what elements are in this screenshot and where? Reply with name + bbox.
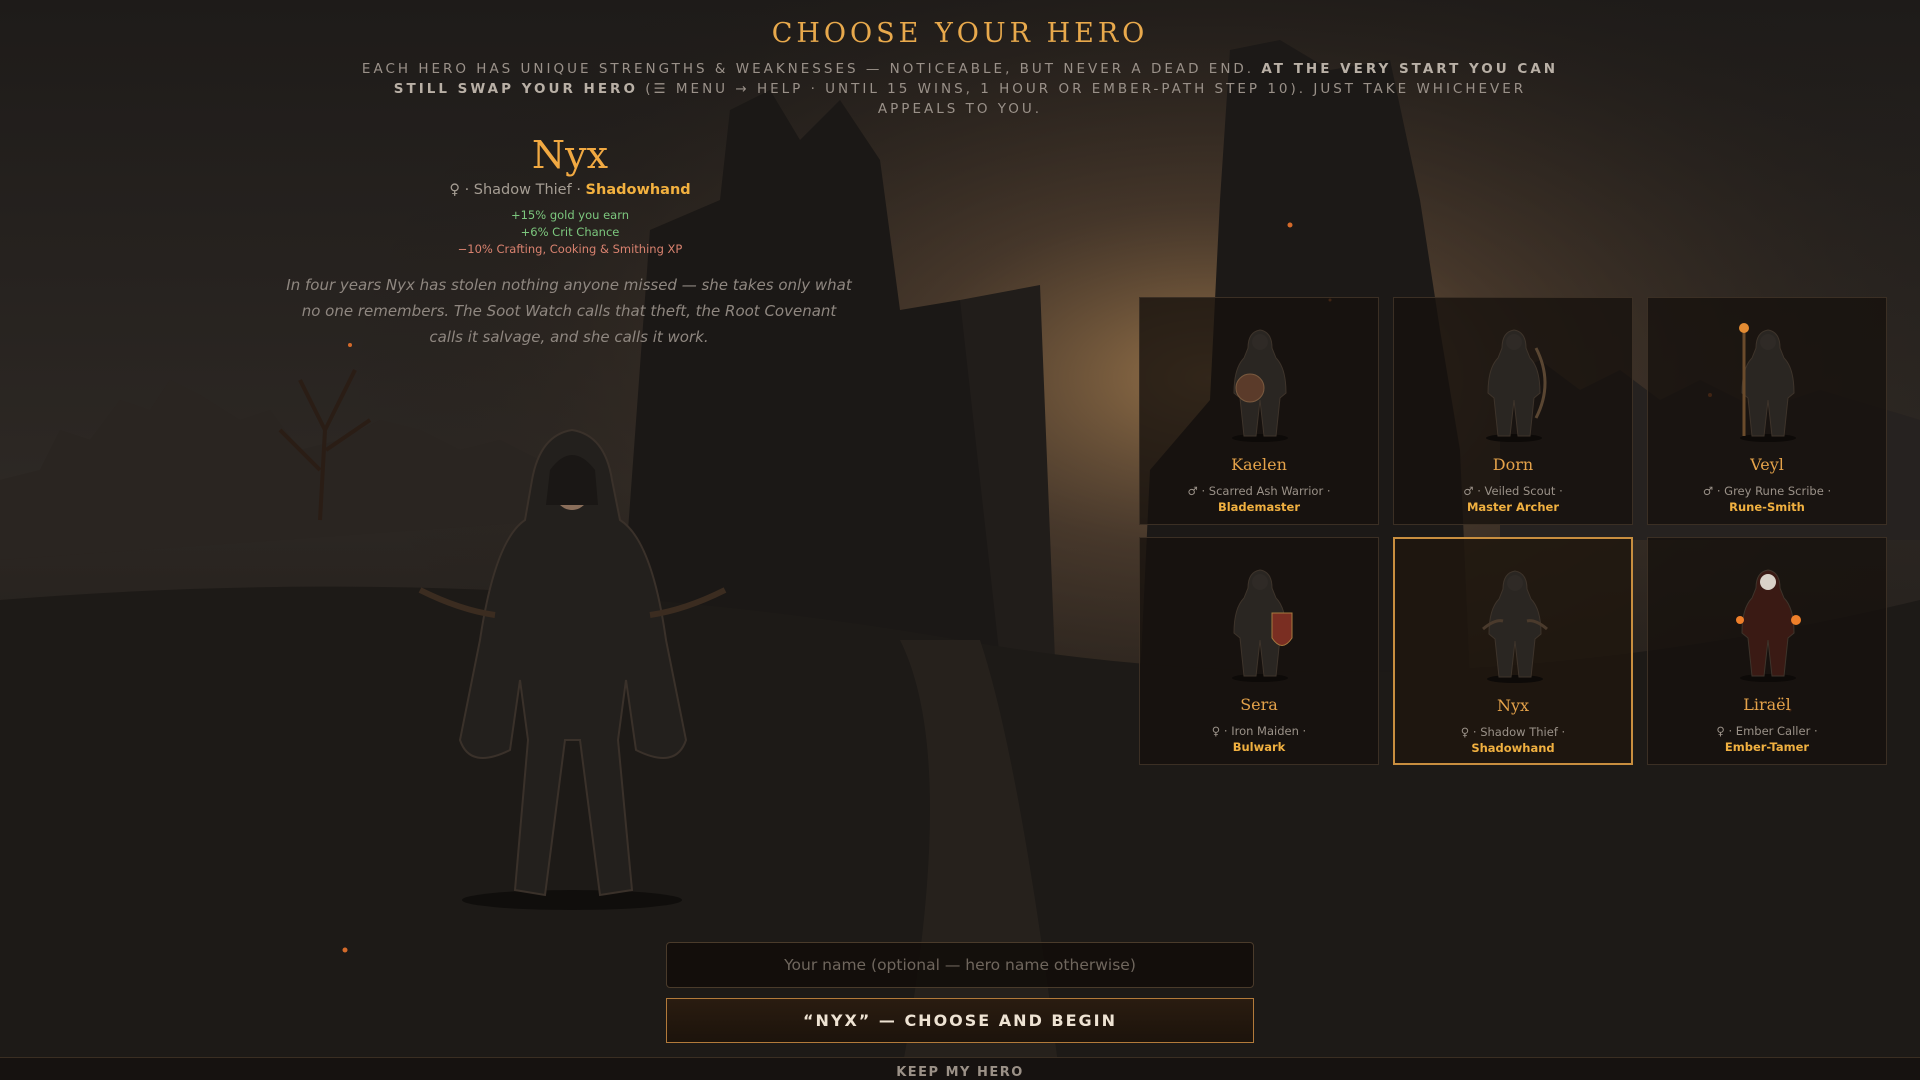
selected-hero-meta: ♀ · Shadow Thief · Shadowhand [240,182,900,198]
hero-card-name: Kaelen [1231,455,1287,474]
modifier-positive: +6% Crit Chance [520,225,620,239]
hero-card-meta: ♂ · Grey Rune Scribe · [1702,484,1832,498]
selected-hero-detail: Nyx ♀ · Shadow Thief · Shadowhand +15% g… [240,132,900,258]
hero-card-meta: ♀ · Ember Caller · [1716,724,1818,738]
hero-card-spec: Rune-Smith [1729,500,1805,514]
intro-tail: (☰ MENU → HELP · UNTIL 15 WINS, 1 HOUR O… [637,81,1527,117]
gender-symbol-icon: ♂ [1187,484,1198,498]
selected-hero-name: Nyx [531,133,609,177]
gender-symbol-icon: ♀ [1211,724,1221,738]
ember-caller-figure-icon [1736,569,1801,682]
hero-grid: Kaelen ♂ · Scarred Ash Warrior · Blademast… [1139,297,1889,767]
archer-figure-icon [1486,329,1547,442]
thief-figure-icon [1482,570,1548,683]
hero-portrait [418,428,727,910]
female-symbol-icon: ♀ [449,182,460,198]
hero-card-class: Scarred Ash Warrior [1208,484,1324,498]
choose-and-begin-button[interactable]: “NYX” — CHOOSE AND BEGIN [666,998,1254,1043]
modifier-negative: −10% Crafting, Cooking & Smithing XP [457,242,683,256]
gender-symbol-icon: ♂ [1463,484,1474,498]
hero-card-name: Sera [1240,695,1278,714]
hero-card-dorn[interactable]: Dorn ♂ · Veiled Scout · Master Archer [1393,297,1633,525]
gender-symbol-icon: ♀ [1716,724,1725,738]
mage-figure-icon [1739,323,1796,442]
hero-card-sera[interactable]: Sera ♀ · Iron Maiden · Bulwark [1139,537,1379,765]
gender-symbol-icon: ♀ [1460,725,1470,739]
meta-sep: · [464,182,474,198]
hero-card-class: Iron Maiden [1231,724,1299,738]
warrior-figure-icon [1232,329,1288,442]
hero-card-spec: Bulwark [1232,740,1286,754]
hero-card-class: Shadow Thief [1480,725,1558,739]
keep-my-hero-link[interactable]: KEEP MY HERO [0,1065,1920,1080]
modifier-positive: +15% gold you earn [510,208,630,222]
hero-card-class: Veiled Scout [1484,484,1556,498]
hero-card-meta: ♂ · Scarred Ash Warrior · [1187,484,1331,498]
hero-card-liral[interactable]: Liraël ♀ · Ember Caller · Ember-Tamer [1647,537,1887,765]
hero-card-spec: Ember-Tamer [1724,740,1810,754]
hero-card-spec: Blademaster [1217,500,1301,514]
hero-card-spec: Master Archer [1466,500,1560,514]
hero-card-spec: Shadowhand [1471,741,1555,755]
hero-card-meta: ♀ · Iron Maiden · [1211,724,1307,738]
hero-card-name: Nyx [1496,696,1530,715]
selected-hero-spec: Shadowhand [585,182,691,198]
footer-bar: KEEP MY HERO [0,1057,1920,1080]
selected-hero-class: Shadow Thief [473,182,572,198]
gender-symbol-icon: ♂ [1702,484,1714,498]
hero-card-nyx[interactable]: Nyx ♀ · Shadow Thief · Shadowhand [1393,537,1633,765]
page-title: CHOOSE YOUR HERO [771,18,1149,49]
hero-modifiers: +15% gold you earn +6% Crit Chance −10% … [240,207,900,258]
hero-story: In four years Nyx has stolen nothing any… [286,276,852,346]
hero-card-veyl[interactable]: Veyl ♂ · Grey Rune Scribe · Rune-Smith [1647,297,1887,525]
player-name-input[interactable] [666,942,1254,988]
hero-card-kaelen[interactable]: Kaelen ♂ · Scarred Ash Warrior · Blademast… [1139,297,1379,525]
intro-text: EACH HERO HAS UNIQUE STRENGTHS & WEAKNES… [350,59,1570,119]
hero-card-name: Veyl [1750,455,1784,474]
hero-card-class: Ember Caller [1735,724,1811,738]
intro-plain: EACH HERO HAS UNIQUE STRENGTHS & WEAKNES… [361,61,1262,77]
shield-maiden-figure-icon [1232,569,1293,682]
hero-card-meta: ♂ · Veiled Scout · [1463,484,1563,498]
hero-card-class: Grey Rune Scribe [1724,484,1824,498]
hero-card-name: Liraël [1743,695,1791,714]
hero-card-name: Dorn [1492,455,1534,474]
meta-sep: · [576,182,586,198]
hero-card-meta: ♀ · Shadow Thief · [1460,725,1566,739]
